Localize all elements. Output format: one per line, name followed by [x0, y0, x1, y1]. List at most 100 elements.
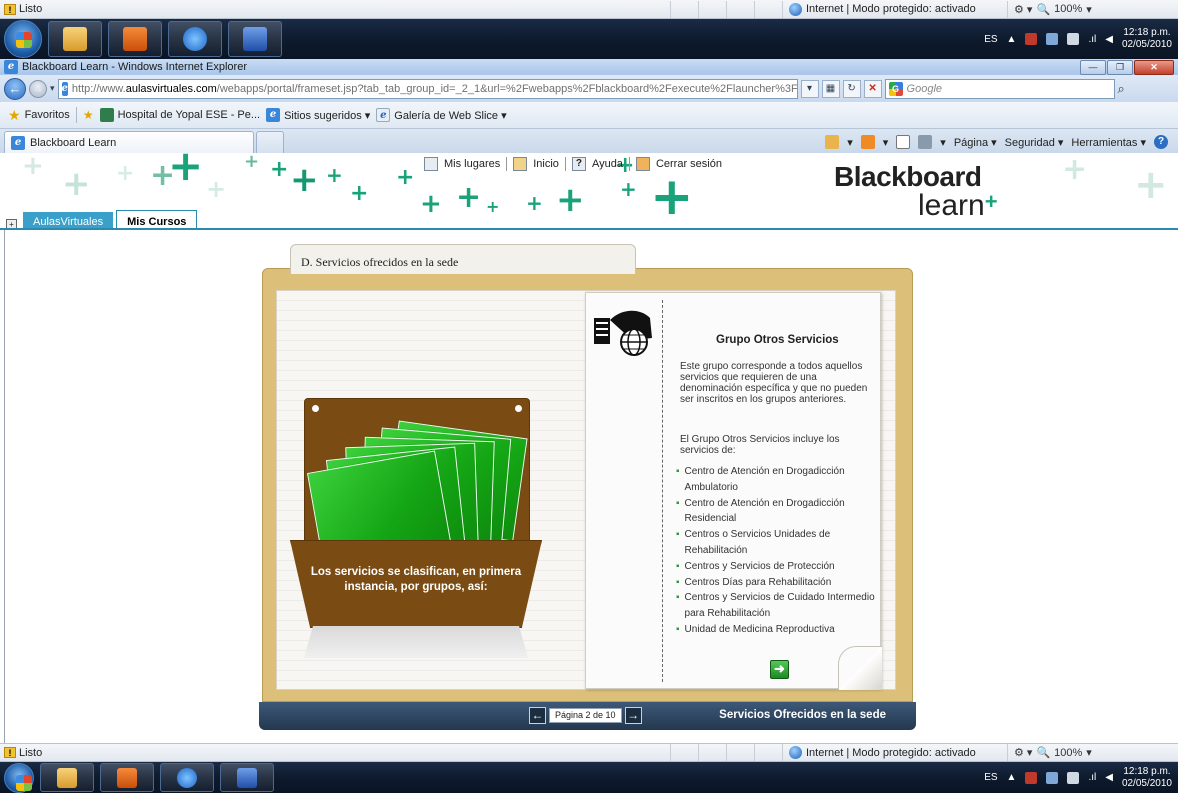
hand-globe-icon [594, 310, 652, 356]
taskbar-media-player-button[interactable] [108, 21, 162, 57]
taskbar-explorer-button[interactable] [48, 21, 102, 57]
tab-mis-cursos[interactable]: Mis Cursos [116, 210, 198, 228]
status-cell [670, 0, 698, 18]
nav-help[interactable]: Ayuda [592, 158, 623, 170]
tab-aulas-virtuales[interactable]: AulasVirtuales [23, 212, 114, 228]
help-icon[interactable]: ? [1154, 135, 1168, 149]
taskbar-explorer-button[interactable] [40, 763, 94, 792]
system-tray: ES ▲ .ıl ◀ 12:18 p.m. 02/05/2010 [984, 766, 1178, 790]
zoom-control[interactable]: ⚙ ▾ 🔍 100% ▾ [1007, 744, 1127, 761]
forward-button[interactable]: → [29, 79, 47, 98]
refresh-icon[interactable]: ↻ [842, 79, 861, 98]
home-icon[interactable] [825, 135, 840, 149]
window-title-bar: e Blackboard Learn - Windows Internet Ex… [0, 59, 1178, 75]
taskbar-ie-button[interactable] [160, 763, 214, 792]
address-dropdown-button[interactable]: ▾ [800, 79, 819, 98]
chevron-down-icon: ▾ [1086, 3, 1092, 16]
nav-home[interactable]: Inicio [533, 158, 559, 170]
language-indicator[interactable]: ES [984, 34, 997, 45]
action-center-icon[interactable] [1046, 771, 1059, 784]
status-cell [670, 744, 698, 761]
internet-explorer-icon: e [11, 135, 25, 150]
info-description: Este grupo corresponde a todos aquellos … [680, 361, 868, 405]
back-button[interactable]: ← [4, 77, 26, 100]
next-arrow-button[interactable]: ➜ [770, 660, 789, 679]
list-item: ▪ Unidad de Medicina Reproductiva [676, 623, 835, 635]
decorative-plus-icon: + [290, 160, 319, 200]
stop-icon[interactable]: ✕ [863, 79, 882, 98]
search-input[interactable]: G Google [884, 78, 1115, 99]
tab-row: e Blackboard Learn ▾ ▾ ▾ Página ▾ Seguri… [0, 129, 1178, 153]
tab-blackboard-learn[interactable]: e Blackboard Learn [4, 131, 254, 153]
signal-icon[interactable]: .ıl [1088, 772, 1096, 783]
minimize-button[interactable]: — [1080, 59, 1106, 75]
decorative-plus-icon: + [116, 161, 135, 186]
favorite-item-suggested-sites[interactable]: e Sitios sugeridos ▾ [266, 108, 370, 122]
favorite-item-web-slice-gallery[interactable]: e Galería de Web Slice ▾ [376, 108, 507, 122]
page-curl [838, 646, 882, 690]
action-center-icon[interactable] [1046, 33, 1059, 45]
decorative-plus-icon: + [62, 164, 91, 204]
chevron-down-icon[interactable]: ▾ [847, 136, 853, 149]
section-title: D. Servicios ofrecidos en la sede [301, 255, 459, 269]
tools-menu[interactable]: Herramientas ▾ [1071, 136, 1146, 149]
previous-page-button[interactable]: ← [529, 707, 546, 724]
info-title: Grupo Otros Servicios [716, 334, 839, 346]
mail-icon[interactable] [896, 135, 911, 149]
tray-app-icon[interactable] [1025, 771, 1038, 784]
volume-icon[interactable]: ◀ [1105, 34, 1113, 45]
command-bar: ▾ ▾ ▾ Página ▾ Seguridad ▾ Herramientas … [825, 131, 1178, 153]
network-icon[interactable] [1067, 33, 1080, 45]
nav-my-places[interactable]: Mis lugares [444, 158, 500, 170]
start-button[interactable] [4, 20, 42, 58]
safety-menu[interactable]: Seguridad ▾ [1005, 136, 1064, 149]
tray-app-icon[interactable] [1025, 33, 1038, 45]
help-icon: ? [571, 157, 586, 171]
feeds-icon[interactable] [860, 135, 875, 149]
taskbar-word-button[interactable] [228, 21, 282, 57]
list-item: ▪ Centros y Servicios de Cuidado Intermed… [676, 592, 875, 620]
start-button[interactable] [4, 762, 34, 793]
page-menu[interactable]: Página ▾ [954, 136, 997, 149]
add-favorite-icon[interactable]: ★ [83, 108, 94, 122]
maximize-button[interactable]: ❐ [1107, 59, 1133, 75]
expand-menu-icon[interactable]: + [6, 219, 17, 228]
internet-explorer-icon: e [4, 60, 18, 74]
lesson-footer: ← Página 2 de 10 → Servicios Ofrecidos e… [259, 702, 916, 730]
search-icon[interactable]: ⌕ [1118, 81, 1125, 97]
next-page-button[interactable]: → [624, 707, 642, 724]
zoom-level: 100% [1054, 746, 1083, 759]
course-tabs: + AulasVirtuales Mis Cursos [6, 210, 198, 228]
decorative-plus-icon: + [620, 177, 637, 201]
security-zone[interactable]: Internet | Modo protegido: activado [782, 0, 1007, 18]
print-icon[interactable] [918, 135, 933, 149]
recent-pages-chevron-icon[interactable]: ▾ [50, 83, 55, 94]
box-hole [515, 405, 522, 412]
clock[interactable]: 12:18 p.m. 02/05/2010 [1122, 27, 1172, 51]
show-hidden-icons-icon[interactable]: ▲ [1007, 772, 1017, 783]
my-places-icon [424, 157, 438, 171]
security-zone[interactable]: Internet | Modo protegido: activado [782, 744, 1007, 761]
close-button[interactable]: ✕ [1134, 59, 1174, 75]
taskbar-ie-button[interactable] [168, 21, 222, 57]
favorites-button[interactable]: ★ Favoritos [8, 107, 70, 124]
clock[interactable]: 12:18 p.m. 02/05/2010 [1122, 766, 1172, 790]
taskbar-media-player-button[interactable] [100, 763, 154, 792]
show-hidden-icons-icon[interactable]: ▲ [1007, 34, 1017, 45]
signal-icon[interactable]: .ıl [1088, 34, 1096, 45]
taskbar-word-button[interactable] [220, 763, 274, 792]
network-icon[interactable] [1067, 771, 1080, 784]
nav-logout[interactable]: Cerrar sesión [656, 158, 722, 170]
address-input[interactable]: e http://www.aulasvirtuales.com/webapps/… [57, 78, 798, 99]
list-item: ▪ Centros Días para Rehabilitación [676, 576, 832, 588]
volume-icon[interactable]: ◀ [1105, 772, 1113, 783]
new-tab-button[interactable] [256, 131, 284, 153]
decorative-plus-icon: + [22, 153, 44, 181]
compatibility-view-icon[interactable]: ▦ [821, 79, 840, 98]
chevron-down-icon[interactable]: ▾ [883, 136, 889, 149]
footer-title: Servicios Ofrecidos en la sede [719, 709, 886, 721]
chevron-down-icon[interactable]: ▾ [940, 136, 946, 149]
language-indicator[interactable]: ES [984, 772, 997, 783]
zoom-control[interactable]: ⚙ ▾ 🔍 100% ▾ [1007, 0, 1127, 18]
favorite-item-hospital[interactable]: Hospital de Yopal ESE - Pe... [99, 108, 260, 122]
